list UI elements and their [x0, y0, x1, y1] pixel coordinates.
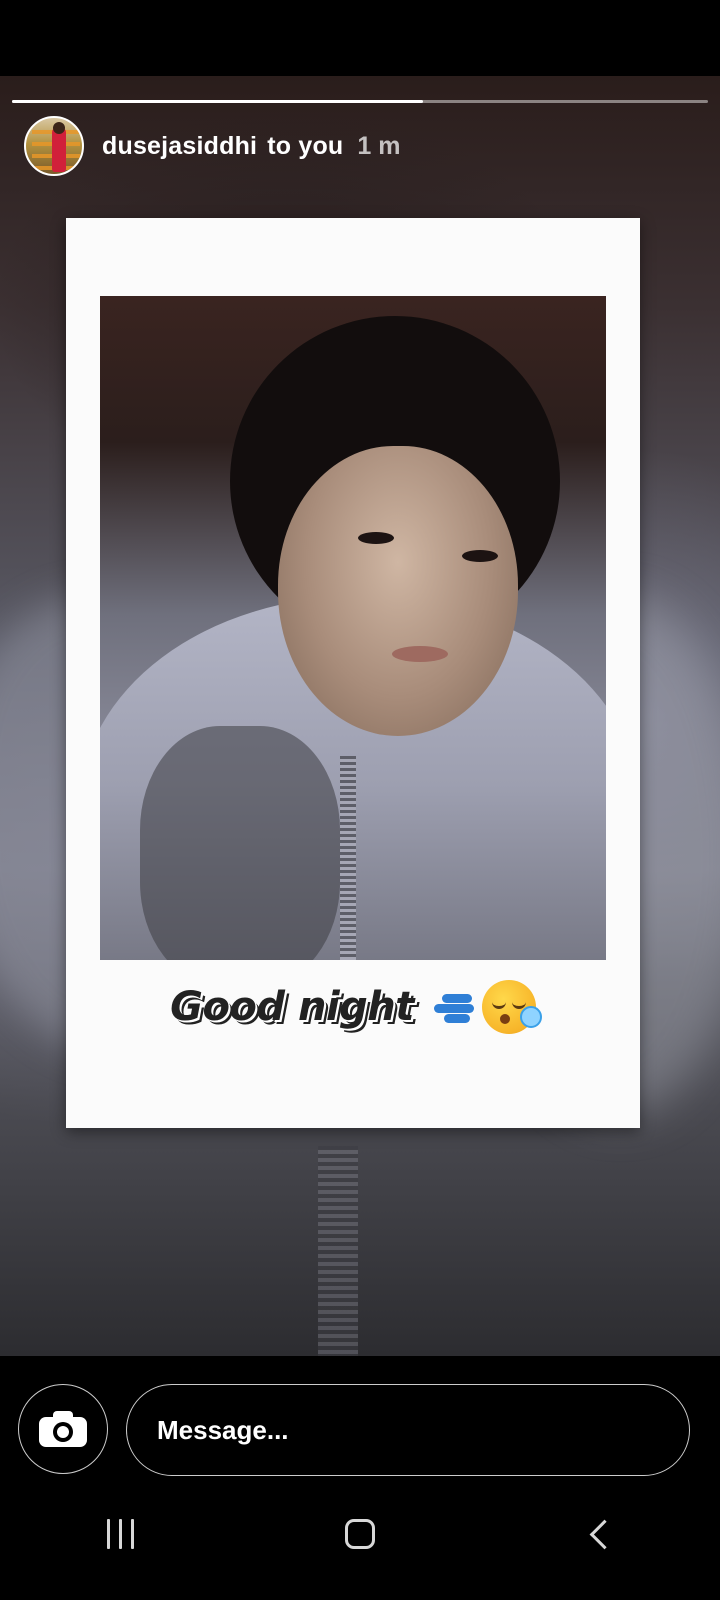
home-button[interactable]: [300, 1494, 420, 1574]
reply-bar: [0, 1356, 720, 1600]
story-caption: Good night: [66, 980, 640, 1034]
recipient-text: to you: [267, 131, 344, 160]
story-photo: [100, 296, 606, 960]
polaroid-frame: Good night: [66, 218, 640, 1128]
system-nav-bar: [0, 1468, 720, 1600]
caption-text: Good night: [170, 984, 414, 1030]
story-progress-fill: [12, 100, 423, 103]
story-header: dusejasiddhi to you 1 m: [24, 115, 401, 177]
home-icon: [345, 1519, 375, 1549]
message-input[interactable]: [126, 1384, 690, 1476]
status-bar: [0, 0, 720, 76]
dash-icon: [433, 990, 482, 1024]
recent-apps-icon: [106, 1519, 134, 1549]
camera-icon: [39, 1411, 87, 1447]
background-zipper: [318, 1146, 358, 1356]
sleepy-face-icon: [481, 980, 542, 1034]
avatar[interactable]: [24, 116, 84, 176]
back-icon: [589, 1519, 619, 1549]
back-button[interactable]: [540, 1494, 660, 1574]
caption-emojis: [433, 980, 542, 1034]
camera-button[interactable]: [18, 1384, 108, 1474]
recent-apps-button[interactable]: [60, 1494, 180, 1574]
story-timestamp: 1 m: [357, 131, 401, 160]
story-progress-bar: [12, 100, 708, 103]
username[interactable]: dusejasiddhi: [102, 132, 257, 161]
